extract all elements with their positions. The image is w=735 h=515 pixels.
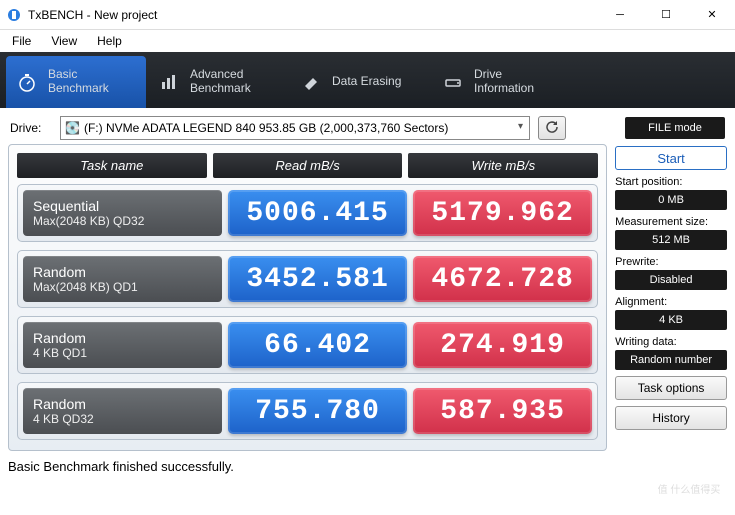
prewrite-label: Prewrite: bbox=[615, 256, 727, 268]
tabbar: BasicBenchmark AdvancedBenchmark Data Er… bbox=[0, 52, 735, 108]
task-button-random-4k-qd1[interactable]: Random4 KB QD1 bbox=[23, 322, 222, 368]
task-options-button[interactable]: Task options bbox=[615, 376, 727, 400]
tab-drive-information[interactable]: DriveInformation bbox=[432, 56, 572, 108]
reload-button[interactable] bbox=[538, 116, 566, 140]
task-button-sequential-qd32[interactable]: SequentialMax(2048 KB) QD32 bbox=[23, 190, 222, 236]
menu-view[interactable]: View bbox=[43, 32, 85, 50]
tab-label-l1: Advanced bbox=[190, 67, 243, 81]
write-value: 5179.962 bbox=[413, 190, 592, 236]
tab-label-l1: Basic bbox=[48, 67, 77, 81]
test-row: RandomMax(2048 KB) QD1 3452.581 4672.728 bbox=[17, 250, 598, 308]
maximize-button[interactable]: ☐ bbox=[643, 0, 689, 30]
tab-advanced-benchmark[interactable]: AdvancedBenchmark bbox=[148, 56, 288, 108]
app-icon bbox=[6, 7, 22, 23]
read-value: 66.402 bbox=[228, 322, 407, 368]
alignment-value[interactable]: 4 KB bbox=[615, 310, 727, 330]
read-value: 755.780 bbox=[228, 388, 407, 434]
refresh-icon bbox=[545, 120, 559, 137]
tab-data-erasing[interactable]: Data Erasing bbox=[290, 56, 430, 108]
benchmark-panel: Task name Read mB/s Write mB/s Sequentia… bbox=[8, 144, 607, 451]
eraser-icon bbox=[300, 71, 322, 93]
write-value: 4672.728 bbox=[413, 256, 592, 302]
writing-data-label: Writing data: bbox=[615, 336, 727, 348]
start-position-value[interactable]: 0 MB bbox=[615, 190, 727, 210]
drive-label: Drive: bbox=[10, 121, 52, 135]
titlebar: TxBENCH - New project ─ ☐ ✕ bbox=[0, 0, 735, 30]
write-value: 587.935 bbox=[413, 388, 592, 434]
tab-label-l2: Benchmark bbox=[190, 81, 251, 95]
tab-basic-benchmark[interactable]: BasicBenchmark bbox=[6, 56, 146, 108]
window-controls: ─ ☐ ✕ bbox=[597, 0, 735, 30]
prewrite-value[interactable]: Disabled bbox=[615, 270, 727, 290]
read-value: 3452.581 bbox=[228, 256, 407, 302]
test-row: Random4 KB QD32 755.780 587.935 bbox=[17, 382, 598, 440]
menu-file[interactable]: File bbox=[4, 32, 39, 50]
test-row: SequentialMax(2048 KB) QD32 5006.415 517… bbox=[17, 184, 598, 242]
read-value: 5006.415 bbox=[228, 190, 407, 236]
task-button-random-4k-qd32[interactable]: Random4 KB QD32 bbox=[23, 388, 222, 434]
start-position-label: Start position: bbox=[615, 176, 727, 188]
writing-data-value[interactable]: Random number bbox=[615, 350, 727, 370]
menu-help[interactable]: Help bbox=[89, 32, 130, 50]
tab-label-l1: Drive bbox=[474, 67, 502, 81]
close-button[interactable]: ✕ bbox=[689, 0, 735, 30]
drive-icon bbox=[442, 71, 464, 93]
bars-icon bbox=[158, 71, 180, 93]
start-button[interactable]: Start bbox=[615, 146, 727, 170]
header-read: Read mB/s bbox=[213, 153, 403, 178]
menubar: File View Help bbox=[0, 30, 735, 52]
drive-row: Drive: 💽 (F:) NVMe ADATA LEGEND 840 953.… bbox=[0, 108, 735, 144]
drive-select[interactable]: 💽 (F:) NVMe ADATA LEGEND 840 953.85 GB (… bbox=[60, 116, 530, 140]
status-bar: Basic Benchmark finished successfully. bbox=[0, 455, 735, 478]
tab-label-l2: Information bbox=[474, 81, 534, 95]
alignment-label: Alignment: bbox=[615, 296, 727, 308]
history-button[interactable]: History bbox=[615, 406, 727, 430]
window-title: TxBENCH - New project bbox=[28, 8, 597, 22]
write-value: 274.919 bbox=[413, 322, 592, 368]
header-write: Write mB/s bbox=[408, 153, 598, 178]
tab-label-l2: Benchmark bbox=[48, 81, 109, 95]
disk-icon: 💽 bbox=[65, 121, 80, 135]
side-panel: Start Start position: 0 MB Measurement si… bbox=[615, 144, 727, 451]
file-mode-button[interactable]: FILE mode bbox=[625, 117, 725, 139]
chevron-down-icon: ▾ bbox=[518, 121, 523, 132]
measurement-size-label: Measurement size: bbox=[615, 216, 727, 228]
test-row: Random4 KB QD1 66.402 274.919 bbox=[17, 316, 598, 374]
task-button-random-2048-qd1[interactable]: RandomMax(2048 KB) QD1 bbox=[23, 256, 222, 302]
drive-selected-text: (F:) NVMe ADATA LEGEND 840 953.85 GB (2,… bbox=[84, 121, 448, 135]
stopwatch-icon bbox=[16, 71, 38, 93]
tab-label-l1: Data Erasing bbox=[332, 75, 401, 89]
minimize-button[interactable]: ─ bbox=[597, 0, 643, 30]
header-task: Task name bbox=[17, 153, 207, 178]
measurement-size-value[interactable]: 512 MB bbox=[615, 230, 727, 250]
